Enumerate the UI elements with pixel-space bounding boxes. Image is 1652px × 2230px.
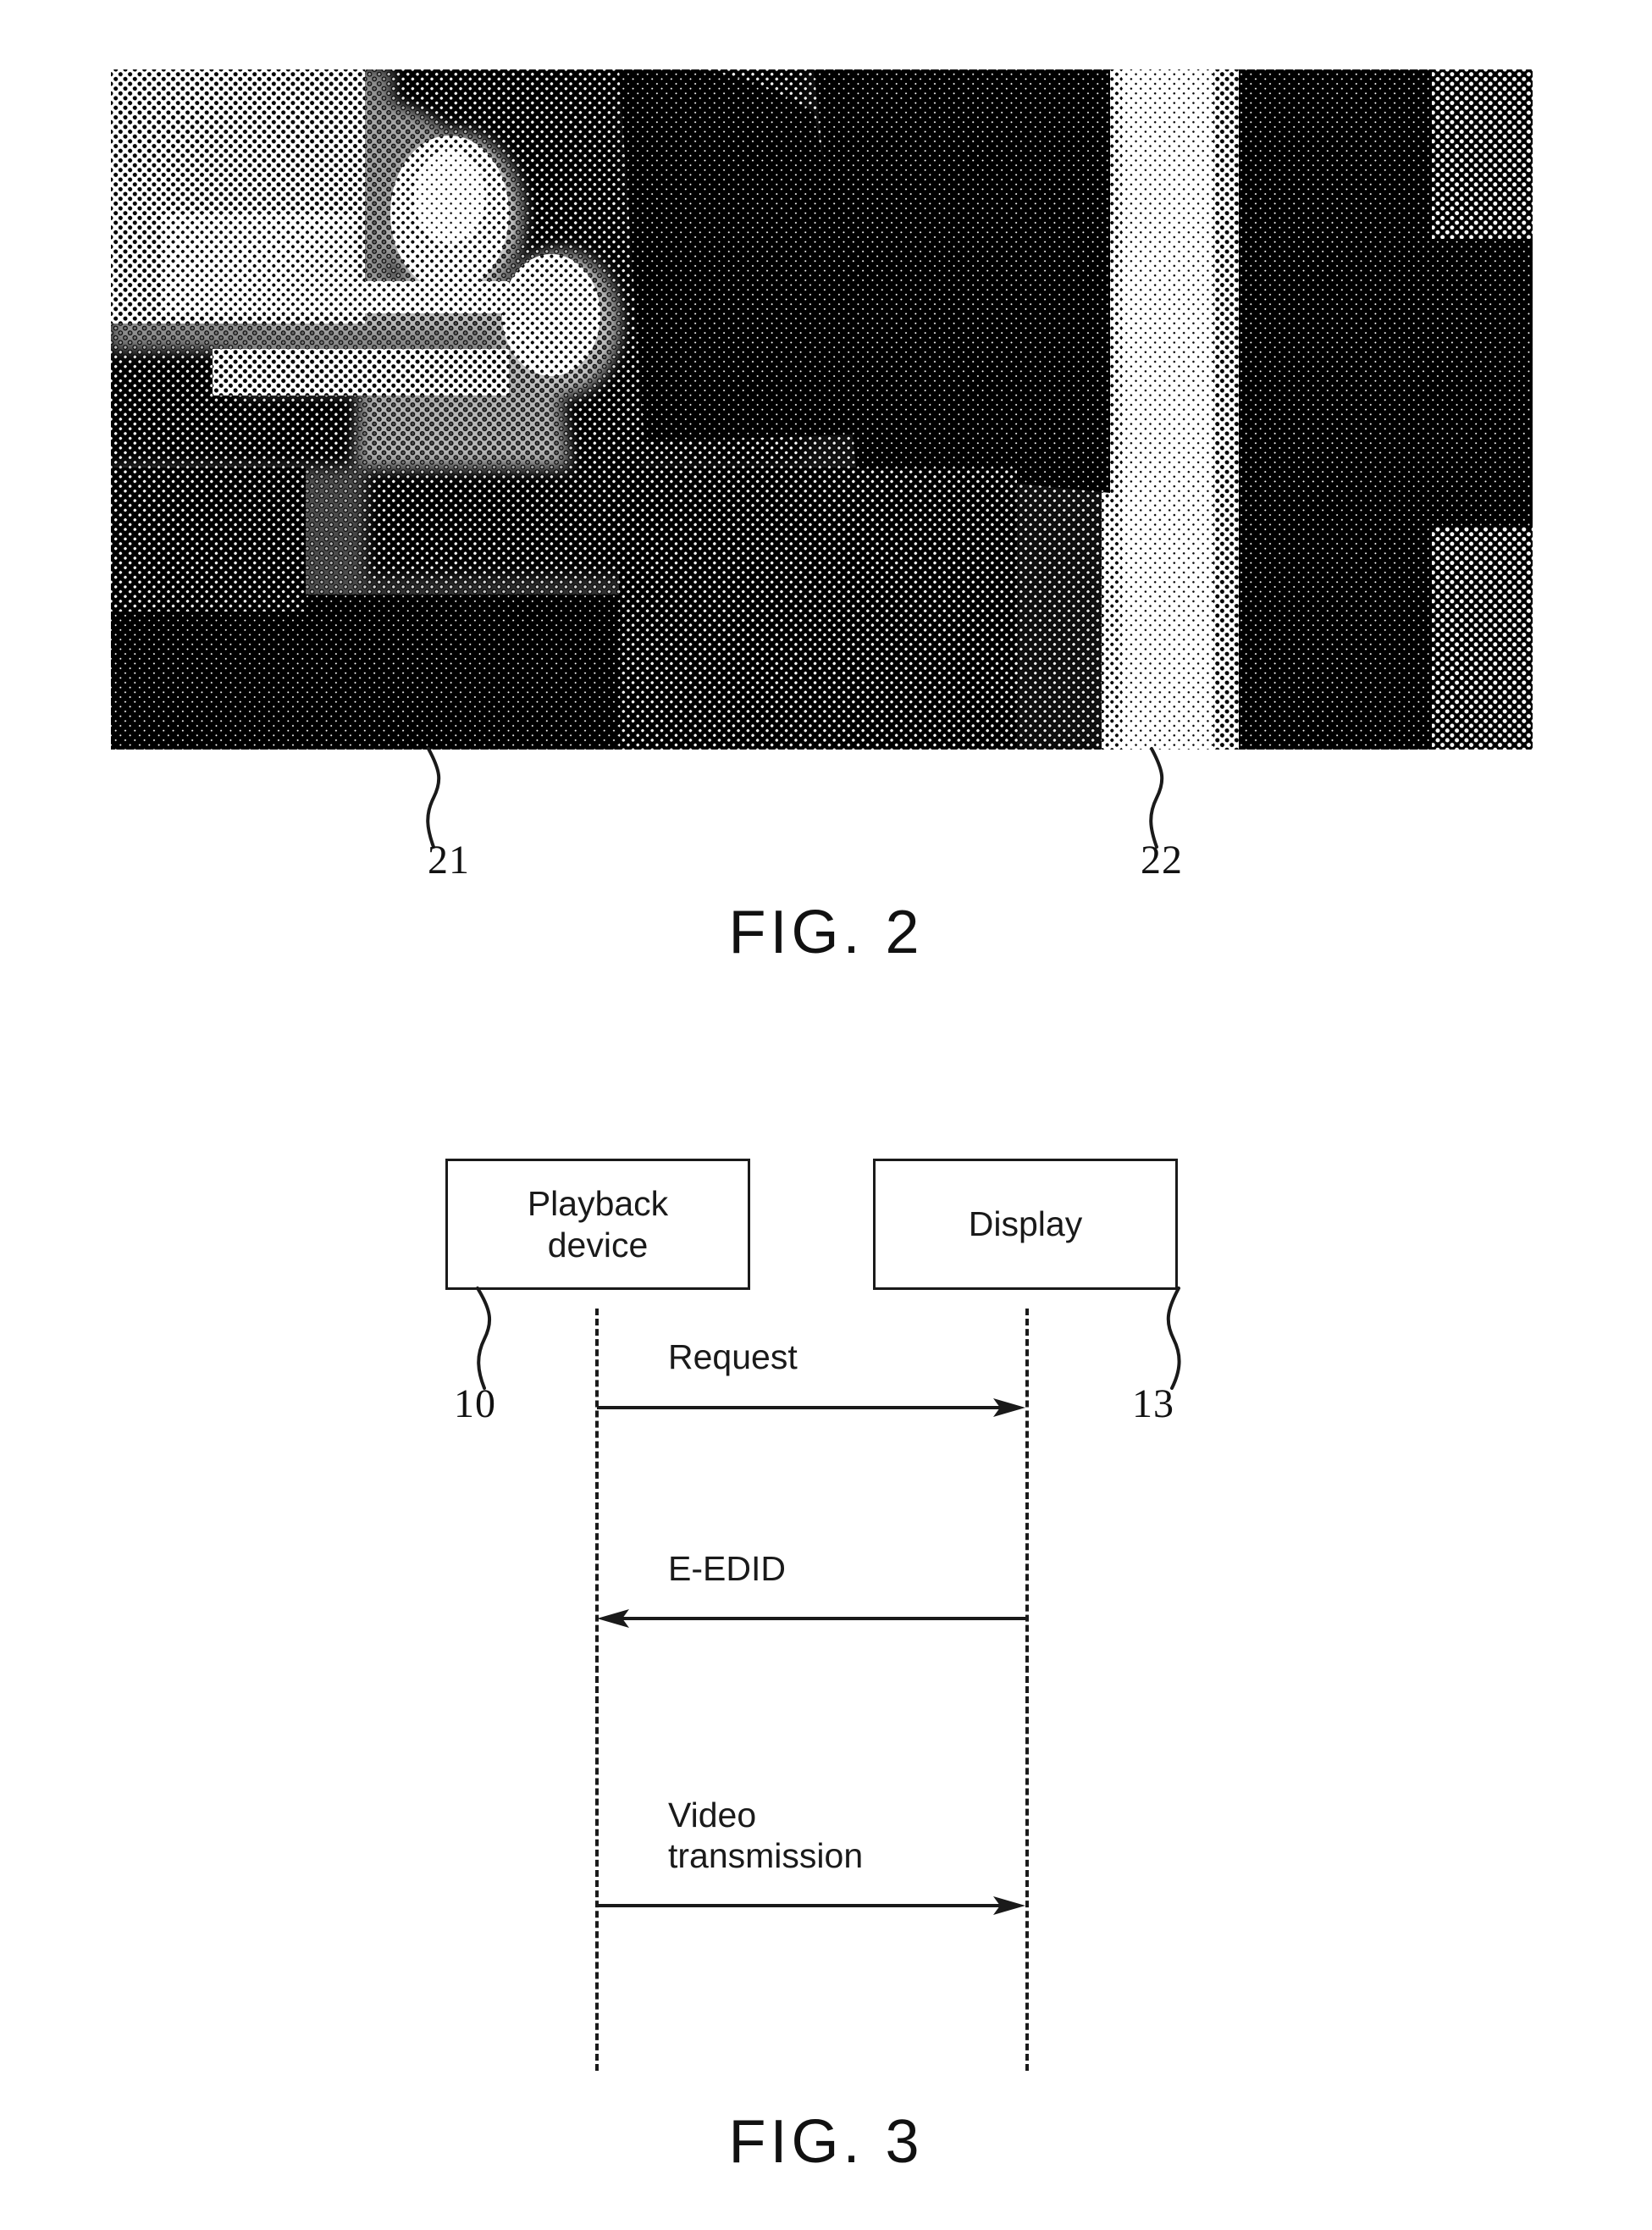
message-arrow-e-edid	[595, 1608, 1027, 1629]
leader-line-13	[1148, 1287, 1216, 1392]
message-label-request: Request	[668, 1337, 798, 1376]
sequence-box-display-label: Display	[968, 1204, 1083, 1244]
reference-numeral-13: 13	[1132, 1381, 1174, 1426]
reference-numeral-21: 21	[428, 838, 470, 883]
sequence-box-playback-device: Playback device	[445, 1159, 750, 1290]
message-label-e-edid: E-EDID	[668, 1549, 786, 1588]
reference-numeral-22: 22	[1141, 838, 1183, 883]
message-arrow-video-transmission	[595, 1895, 1027, 1916]
figure-2-caption: FIG. 2	[728, 899, 924, 966]
fig2-halftone-photograph	[111, 69, 1533, 750]
leader-line-22	[1126, 747, 1194, 850]
lifeline-display	[1025, 1309, 1029, 2071]
leader-line-10	[457, 1287, 525, 1392]
message-arrow-request	[595, 1397, 1027, 1418]
message-label-video-transmission: Video transmission	[668, 1796, 864, 1876]
figure-3-caption: FIG. 3	[728, 2108, 924, 2176]
lifeline-playback-device	[595, 1309, 599, 2071]
leader-line-21	[405, 747, 472, 850]
patent-figure-sheet: 21 22 FIG. 2 Playback device Display 10 …	[0, 0, 1652, 2230]
reference-numeral-10: 10	[454, 1381, 496, 1426]
sequence-box-playback-device-label: Playback device	[527, 1184, 669, 1264]
sequence-box-display: Display	[873, 1159, 1178, 1290]
